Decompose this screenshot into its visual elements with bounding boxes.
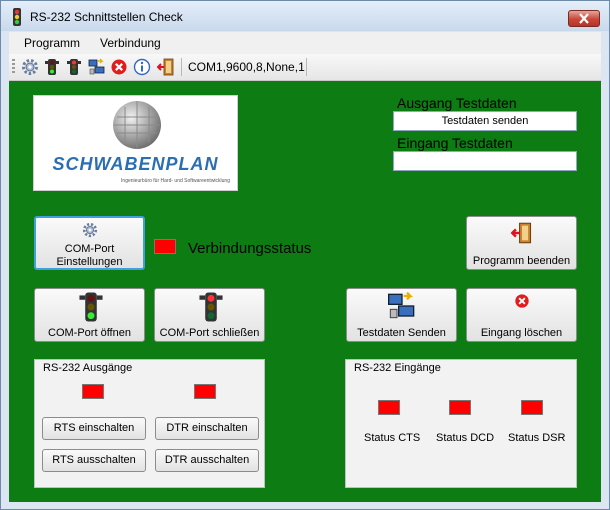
company-logo: SCHWABENPLAN Ingenieurbüro für Hard- und… xyxy=(33,95,238,191)
main-panel: SCHWABENPLAN Ingenieurbüro für Hard- und… xyxy=(9,81,601,502)
rts-off-label: RTS ausschalten xyxy=(52,454,136,466)
traffic-light-red-icon[interactable] xyxy=(65,58,83,76)
input-data-field[interactable] xyxy=(393,151,577,171)
traffic-light-green-icon xyxy=(79,292,103,322)
dcd-status-label: Status DCD xyxy=(436,432,495,444)
menu-verbindung[interactable]: Verbindung xyxy=(100,36,161,50)
info-icon[interactable] xyxy=(133,58,151,76)
dtr-on-button[interactable]: DTR einschalten xyxy=(155,417,259,440)
exit-label: Programm beenden xyxy=(472,255,571,267)
logo-subtitle: Ingenieurbüro für Hard- und Softwareentw… xyxy=(121,178,230,184)
gear-icon[interactable] xyxy=(21,58,39,76)
com-open-button[interactable]: COM-Port öffnen xyxy=(34,288,145,342)
traffic-light-green-icon[interactable] xyxy=(43,58,61,76)
send-test-button[interactable]: Testdaten Senden xyxy=(346,288,457,342)
com-close-button[interactable]: COM-Port schließen xyxy=(154,288,265,342)
toolbar-grip[interactable] xyxy=(12,59,15,75)
com-settings-button[interactable]: COM-Port Einstellungen xyxy=(34,216,145,270)
send-data-icon xyxy=(388,291,415,319)
connection-status-led xyxy=(154,239,176,254)
outputs-group-title: RS-232 Ausgänge xyxy=(41,362,135,374)
dcd-status-led xyxy=(449,400,471,415)
rs232-outputs-group: RS-232 Ausgänge RTS einschalten DTR eins… xyxy=(34,359,265,488)
close-icon xyxy=(579,13,589,24)
rts-on-button[interactable]: RTS einschalten xyxy=(42,417,146,440)
inputs-group-title: RS-232 Eingänge xyxy=(352,362,443,374)
output-data-field[interactable]: Testdaten senden xyxy=(393,111,577,131)
com-settings-label: COM-Port Einstellungen xyxy=(56,243,123,268)
dsr-status-led xyxy=(521,400,543,415)
cts-status-label: Status CTS xyxy=(364,432,421,444)
connection-params: COM1,9600,8,None,1 xyxy=(188,60,305,74)
rts-on-label: RTS einschalten xyxy=(53,422,135,434)
rs232-inputs-group: RS-232 Eingänge Status CTS Status DCD St… xyxy=(345,359,577,488)
clear-input-label: Eingang löschen xyxy=(480,327,563,339)
app-window: RS-232 Schnittstellen Check Programm Ver… xyxy=(0,0,610,510)
com-close-label: COM-Port schließen xyxy=(159,327,260,339)
dtr-off-label: DTR ausschalten xyxy=(164,454,250,466)
menu-bar: Programm Verbindung xyxy=(9,32,601,54)
toolbar-separator xyxy=(181,58,182,76)
dtr-off-button[interactable]: DTR ausschalten xyxy=(155,449,259,472)
menu-programm[interactable]: Programm xyxy=(24,36,80,50)
input-data-label: Eingang Testdaten xyxy=(397,135,513,151)
clear-icon[interactable] xyxy=(110,58,128,76)
traffic-light-app-icon xyxy=(13,8,21,26)
traffic-light-red-icon xyxy=(199,292,223,322)
gear-icon xyxy=(82,222,98,238)
cts-status-led xyxy=(378,400,400,415)
globe-logo-icon xyxy=(113,101,161,149)
exit-button[interactable]: Programm beenden xyxy=(466,216,577,270)
logo-wordmark: SCHWABENPLAN xyxy=(52,154,219,174)
com-open-label: COM-Port öffnen xyxy=(48,327,131,339)
toolbar-separator xyxy=(306,58,307,76)
exit-icon[interactable] xyxy=(157,58,175,76)
window-close-button[interactable] xyxy=(568,10,600,27)
clear-input-button[interactable]: Eingang löschen xyxy=(466,288,577,342)
exit-icon xyxy=(511,222,532,244)
send-data-icon[interactable] xyxy=(88,58,106,76)
connection-status-label: Verbindungsstatus xyxy=(188,240,312,257)
clear-icon xyxy=(515,294,529,308)
rts-status-led xyxy=(82,384,104,399)
dsr-status-label: Status DSR xyxy=(508,432,566,444)
title-bar[interactable]: RS-232 Schnittstellen Check xyxy=(1,1,609,31)
rts-off-button[interactable]: RTS ausschalten xyxy=(42,449,146,472)
output-data-label: Ausgang Testdaten xyxy=(397,95,517,111)
toolbar: COM1,9600,8,None,1 xyxy=(9,54,601,81)
window-title: RS-232 Schnittstellen Check xyxy=(30,10,183,24)
dtr-on-label: DTR einschalten xyxy=(166,422,248,434)
dtr-status-led xyxy=(194,384,216,399)
send-test-label: Testdaten Senden xyxy=(357,327,446,339)
